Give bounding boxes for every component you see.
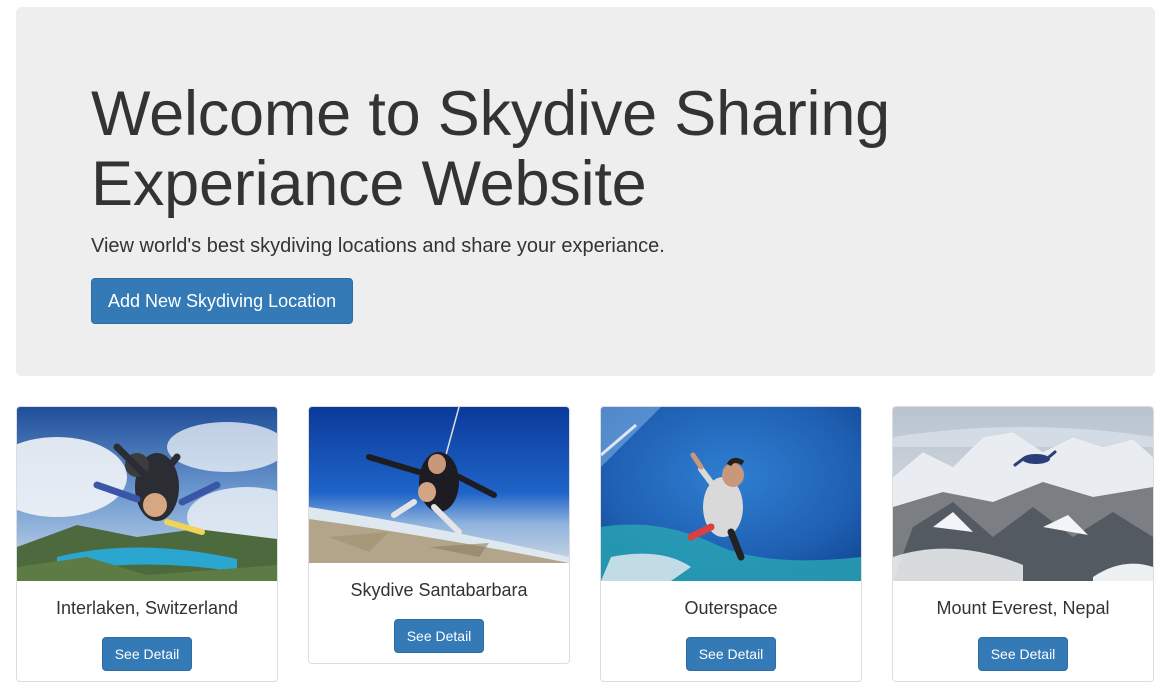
location-card-interlaken: Interlaken, Switzerland See Detail xyxy=(16,406,278,682)
location-caption: Interlaken, Switzerland See Detail xyxy=(17,581,277,671)
location-photo-interlaken[interactable] xyxy=(17,407,277,581)
see-detail-button[interactable]: See Detail xyxy=(101,637,193,671)
location-name: Interlaken, Switzerland xyxy=(55,598,239,618)
location-caption: Skydive Santabarbara See Detail xyxy=(309,563,569,653)
page-subtitle: View world's best skydiving locations an… xyxy=(91,235,665,257)
location-photo-outerspace[interactable] xyxy=(601,407,861,581)
location-name: Mount Everest, Nepal xyxy=(936,598,1110,618)
location-card-mount-everest: Mount Everest, Nepal See Detail xyxy=(892,406,1154,682)
page-title: Welcome to Skydive Sharing Experiance We… xyxy=(91,79,891,219)
add-location-button[interactable]: Add New Skydiving Location xyxy=(91,278,354,324)
location-photo-mount-everest[interactable] xyxy=(893,407,1153,581)
location-photo-santabarbara[interactable] xyxy=(309,407,569,563)
location-caption: Mount Everest, Nepal See Detail xyxy=(893,581,1153,671)
location-card-santabarbara: Skydive Santabarbara See Detail xyxy=(308,406,570,664)
location-name: Outerspace xyxy=(684,598,778,618)
location-card-outerspace: Outerspace See Detail xyxy=(600,406,862,682)
see-detail-button[interactable]: See Detail xyxy=(977,637,1069,671)
location-caption: Outerspace See Detail xyxy=(601,581,861,671)
see-detail-button[interactable]: See Detail xyxy=(685,637,777,671)
jumbotron: Welcome to Skydive Sharing Experiance We… xyxy=(16,7,1155,376)
see-detail-button[interactable]: See Detail xyxy=(393,619,485,653)
location-name: Skydive Santabarbara xyxy=(350,580,528,600)
